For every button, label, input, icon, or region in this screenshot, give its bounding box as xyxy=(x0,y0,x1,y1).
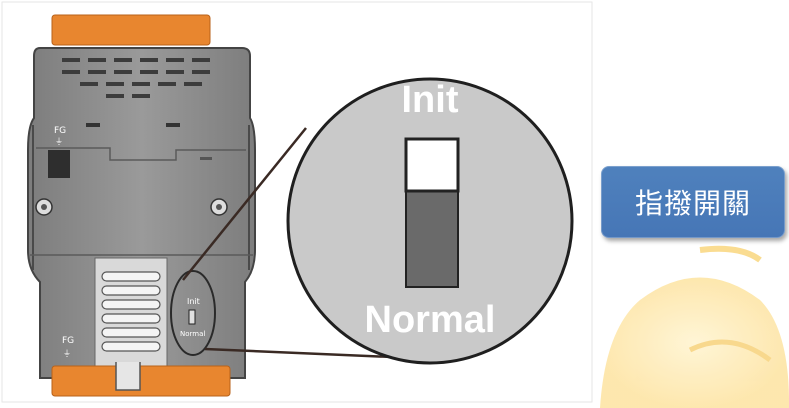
din-latch xyxy=(115,362,141,391)
switch-small xyxy=(188,309,196,325)
switch-label-small-normal: Normal xyxy=(180,330,205,338)
diagram-stage: FG ⏚ Init Normal FG ⏚ Init Normal 指撥開關 xyxy=(0,0,789,408)
zoom-label-init: Init xyxy=(402,79,459,121)
bottom-terminal-block xyxy=(51,365,231,397)
dip-switch-callout: 指撥開關 xyxy=(601,166,785,238)
indicator-slot-right xyxy=(166,123,180,127)
ground-symbol-bottom: ⏚ xyxy=(63,349,71,358)
zoom-label-normal: Normal xyxy=(365,299,496,341)
ground-symbol-top: ⏚ xyxy=(55,137,63,146)
top-terminal-block xyxy=(51,14,211,46)
screw-icon-right xyxy=(210,198,228,216)
callout-label: 指撥開關 xyxy=(634,187,751,220)
switch-label-small-init: Init xyxy=(187,297,200,306)
zoom-switch-knob xyxy=(404,137,460,193)
fg-label-top: FG xyxy=(54,126,66,136)
indicator-slot-left xyxy=(86,123,100,127)
screw-icon-left xyxy=(35,198,53,216)
fg-label-bottom: FG xyxy=(62,336,74,346)
fg-connector xyxy=(48,150,70,178)
indicator-slot-mid xyxy=(200,157,212,160)
watermark-decoration xyxy=(600,245,789,408)
